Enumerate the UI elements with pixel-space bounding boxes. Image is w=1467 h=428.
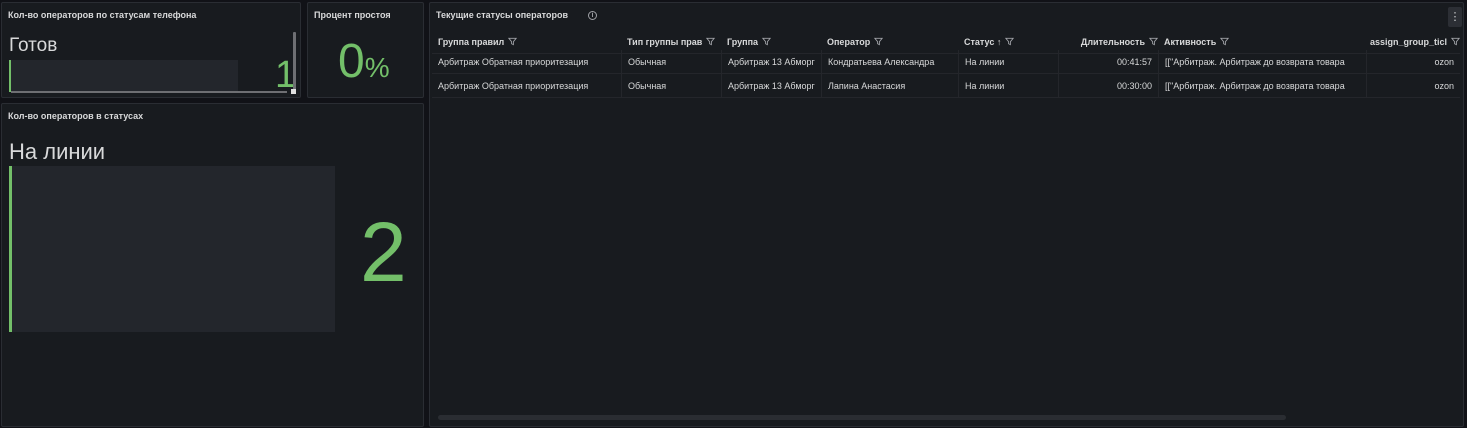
vertical-scrollbar[interactable] [293,32,296,90]
column-header-label: Группа [727,37,759,47]
column-header-label: assign_group_ticl [1369,37,1447,47]
table-cell: ozon [1366,74,1460,98]
panel-title: Кол-во операторов в статусах [8,111,144,121]
gauge-bar-fill [9,60,11,92]
table-cell: Арбитраж 13 Абморг [721,74,821,98]
gauge-bar-fill [9,166,12,332]
table-cell: Арбитраж 13 Абморг [721,50,821,74]
table-cell: Кондратьева Александра [821,50,958,74]
phone-status-panel: Кол-во операторов по статусам телефона Г… [1,2,301,98]
status-label: Готов [9,35,58,56]
panel-title: Процент простоя [314,10,391,20]
table-cell: [["Арбитраж. Арбитраж до возврата товара [1158,50,1366,74]
table-cell: 00:41:57 [1058,50,1158,74]
table-cell: Арбитраж Обратная приоритезация [438,57,589,67]
table-horizontal-scrollbar[interactable] [438,415,1286,420]
operators-in-status-panel: Кол-во операторов в статусах На линии 2 [1,103,424,427]
column-header-label: Длительность [1080,37,1145,47]
panel-title: Кол-во операторов по статусам телефона [8,10,197,20]
column-header-label: Статус [964,37,995,47]
gauge-bar-track [9,166,335,332]
table-cell: Арбитраж Обратная приоритезация [438,81,589,91]
table-cell: На линии [958,50,1058,74]
status-count-value: 2 [360,205,407,299]
table-cell: [["Арбитраж. Арбитраж до возврата товара [1158,74,1366,98]
column-header-label: Тип группы прав [627,37,703,47]
percent-number: 0 [338,35,365,88]
sort-asc-icon[interactable]: ↑ [997,37,1002,47]
info-icon[interactable]: i [588,11,597,20]
horizontal-scrollbar[interactable] [11,91,287,93]
table-cell: Обычная [621,74,721,98]
table-cell: 00:30:00 [1058,74,1158,98]
column-header-label: Оператор [827,37,871,47]
resize-handle[interactable] [291,89,296,94]
percent-unit: % [364,52,390,83]
panel-title: Текущие статусы операторов [436,10,568,20]
table-cell: ozon [1366,50,1460,74]
table-row[interactable]: Арбитраж Обратная приоритезация Обычная … [432,74,1460,98]
operators-table-panel: Текущие статусы операторов i ⋮ Группа пр… [429,2,1464,427]
status-label: На линии [9,139,106,164]
idle-percent-value: 0% [338,37,390,87]
table-cell: Обычная [621,50,721,74]
column-header-label: Активность [1164,37,1217,47]
panel-menu-button[interactable]: ⋮ [1448,7,1462,27]
gauge-bar-track [9,60,238,92]
table-row[interactable]: Арбитраж Обратная приоритезация Обычная … [432,50,1460,74]
table-cell: Лапина Анастасия [821,74,958,98]
column-header-label: Группа правил [438,37,505,47]
idle-percent-panel: Процент простоя 0% [307,2,424,98]
table-cell: На линии [958,74,1058,98]
